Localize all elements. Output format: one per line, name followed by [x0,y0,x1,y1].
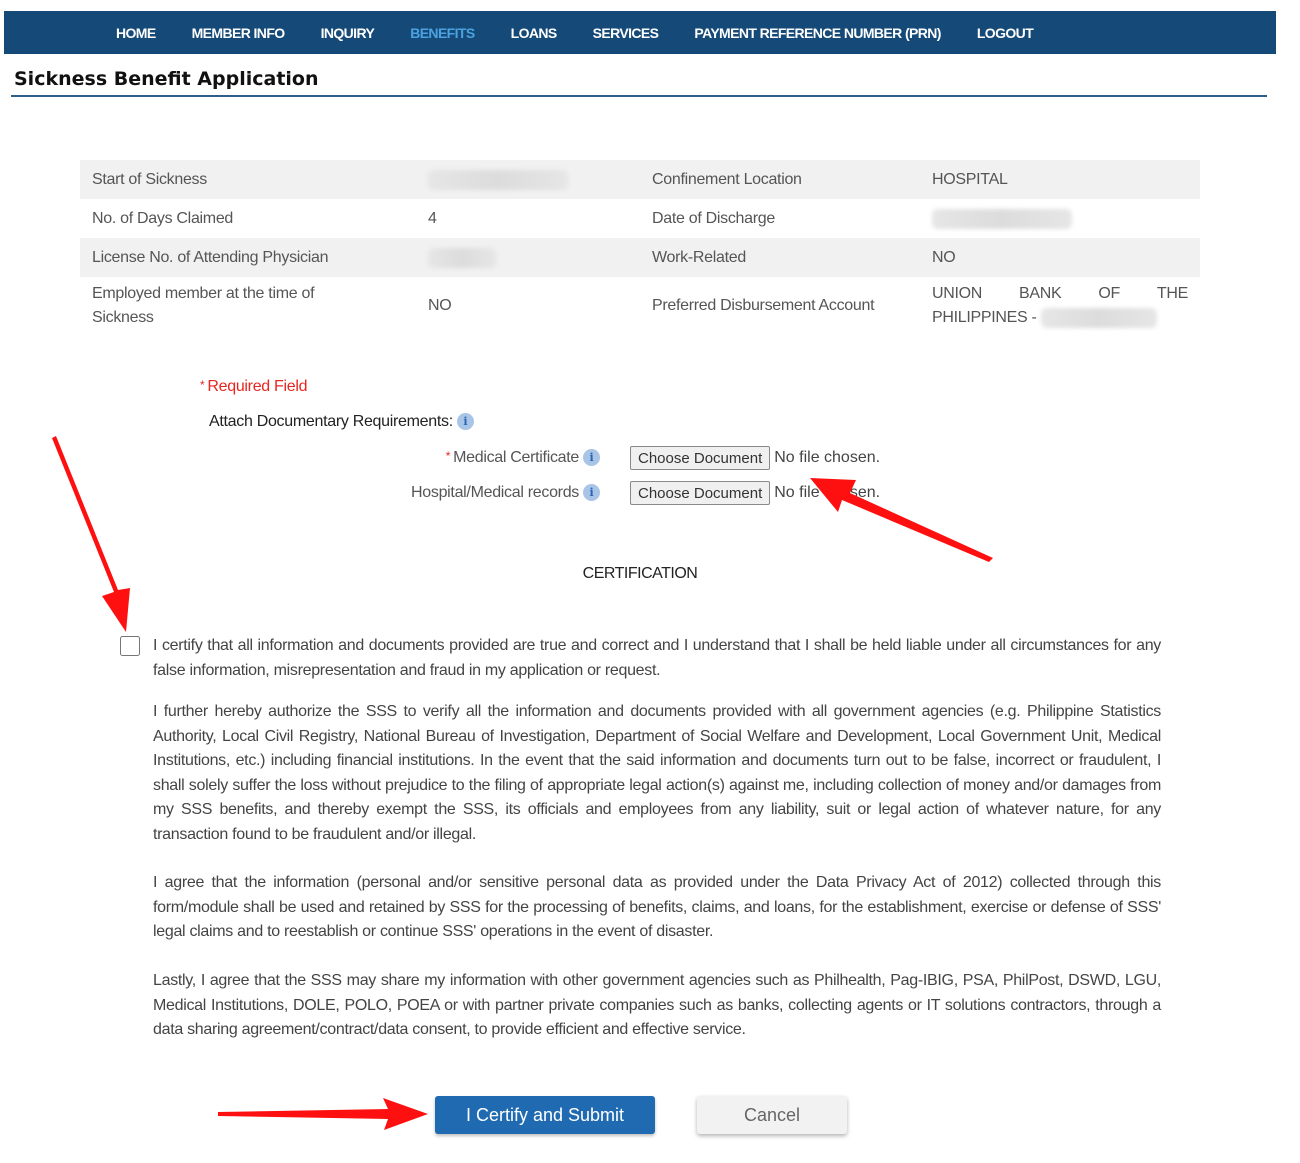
account-line2: PHILIPPINES - [932,309,1037,326]
application-details-table: Start of Sickness Confinement Location H… [80,160,1200,335]
required-field-note: * Required Field [200,378,308,396]
required-marker: * [200,378,205,392]
title-divider [11,95,1267,97]
required-note-text: Required Field [207,378,308,395]
detail-label: Preferred Disbursement Account [652,297,875,314]
document-label: * Medical Certificate i [400,449,600,467]
info-icon[interactable]: i [583,449,600,466]
main-nav: HOME MEMBER INFO INQUIRY BENEFITS LOANS … [4,11,1276,54]
detail-label: Work-Related [652,248,746,266]
arrow-to-checkbox [52,436,130,632]
certify-and-submit-button[interactable]: I Certify and Submit [435,1096,655,1134]
document-label-text: Hospital/Medical records [411,484,579,501]
detail-value-account: UNION BANK OF THE PHILIPPINES - [920,277,1200,335]
detail-label: Confinement Location [652,170,802,188]
detail-label: No. of Days Claimed [92,209,234,227]
document-row-medical-certificate: * Medical Certificate i Choose Document No… [400,446,880,470]
nav-loans[interactable]: LOANS [511,25,558,41]
table-row: License No. of Attending Physician Work-… [80,238,1200,277]
document-label: Hospital/Medical records i [375,484,600,502]
choose-document-button[interactable]: Choose Document [630,446,771,470]
account-word: BANK [1019,285,1062,302]
nav-inquiry[interactable]: INQUIRY [321,25,375,41]
account-word: UNION [932,285,983,302]
detail-label: Employed member at the time of Sickness [92,285,315,326]
detail-value: HOSPITAL [932,170,1008,188]
detail-label: Start of Sickness [92,170,207,188]
authorization-paragraph: I further hereby authorize the SSS to ve… [153,703,1161,843]
table-row: No. of Days Claimed 4 Date of Discharge [80,199,1200,238]
data-sharing-paragraph: Lastly, I agree that the SSS may share m… [153,972,1161,1038]
account-word: OF [1098,285,1120,302]
data-privacy-paragraph: I agree that the information (personal a… [153,874,1161,940]
file-status: No file chosen. [774,449,881,466]
certify-checkbox[interactable] [120,636,140,656]
document-label-text: Medical Certificate [453,449,579,466]
detail-value: 4 [428,209,437,227]
detail-value-redacted [920,199,1200,238]
table-row: Start of Sickness Confinement Location H… [80,160,1200,199]
document-row-hospital-records: Hospital/Medical records i Choose Documen… [400,481,880,505]
certification-paragraph: I certify that all information and docum… [153,637,1161,679]
nav-prn[interactable]: PAYMENT REFERENCE NUMBER (PRN) [694,25,941,41]
file-status: No file chosen. [774,484,881,501]
table-row: Employed member at the time of Sickness … [80,277,1200,335]
detail-value-redacted [416,238,640,277]
required-marker: * [445,449,451,463]
detail-value: NO [428,297,452,314]
account-word: THE [1156,285,1188,302]
nav-benefits[interactable]: BENEFITS [410,25,475,41]
detail-value: NO [932,248,956,266]
attach-requirements-label: Attach Documentary Requirements: i [209,413,474,431]
nav-services[interactable]: SERVICES [593,25,659,41]
account-number-redacted [1040,307,1157,328]
choose-document-button[interactable]: Choose Document [630,481,771,505]
page-title: Sickness Benefit Application [14,68,319,90]
certification-title: CERTIFICATION [582,565,698,582]
cancel-button[interactable]: Cancel [697,1096,847,1134]
detail-label: License No. of Attending Physician [92,248,329,266]
nav-logout[interactable]: LOGOUT [977,25,1034,41]
info-icon[interactable]: i [456,413,474,430]
detail-label: Date of Discharge [652,209,775,227]
info-icon[interactable]: i [583,484,600,501]
arrow-to-submit-button [218,1098,428,1130]
attach-label-text: Attach Documentary Requirements: [209,413,453,430]
nav-home[interactable]: HOME [116,25,156,41]
nav-member-info[interactable]: MEMBER INFO [192,25,286,41]
detail-value-redacted [416,160,640,199]
